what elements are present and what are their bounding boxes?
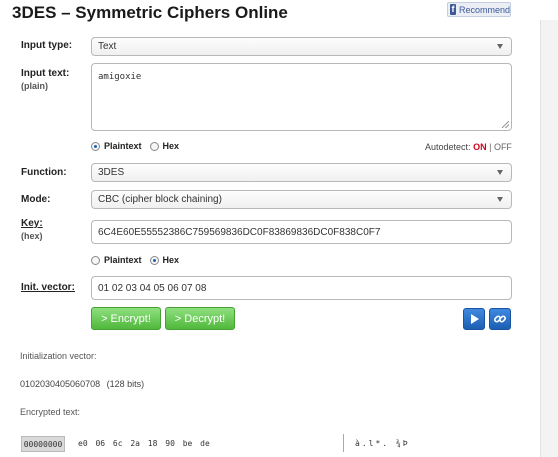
key-label: Key: (hex) bbox=[21, 218, 43, 241]
run-button[interactable] bbox=[463, 308, 485, 330]
autodetect-separator: | bbox=[489, 142, 492, 152]
mode-label: Mode: bbox=[21, 194, 51, 205]
right-sidebar-edge bbox=[540, 20, 558, 457]
input-text-area[interactable]: amigoxie bbox=[91, 63, 512, 131]
input-plaintext-radio[interactable] bbox=[91, 141, 100, 151]
iv-output-bits: (128 bits) bbox=[106, 379, 145, 389]
input-text-label-main: Input text: bbox=[21, 68, 70, 79]
key-hex-label: Hex bbox=[162, 255, 180, 265]
facebook-icon: f bbox=[450, 4, 456, 15]
chevron-down-icon bbox=[497, 44, 503, 49]
input-format-group: Plaintext Hex bbox=[91, 141, 179, 151]
iv-output-value: 0102030405060708 bbox=[20, 379, 101, 389]
function-value: 3DES bbox=[98, 167, 125, 178]
key-hex-radio[interactable] bbox=[149, 255, 159, 265]
autodetect-label: Autodetect: bbox=[425, 142, 471, 152]
mode-value: CBC (cipher block chaining) bbox=[98, 194, 222, 205]
input-text-label: Input text: (plain) bbox=[21, 68, 69, 91]
function-label: Function: bbox=[21, 167, 67, 178]
iv-output-label: Initialization vector: bbox=[20, 351, 97, 361]
hex-ascii: à.l*. ¾Þ bbox=[355, 439, 410, 448]
link-icon bbox=[493, 315, 507, 323]
chevron-down-icon bbox=[497, 197, 503, 202]
key-plaintext-label: Plaintext bbox=[104, 255, 142, 265]
autodetect-off[interactable]: OFF bbox=[494, 142, 512, 152]
key-input[interactable]: 6C4E60E55552386C759569836DC0F83869836DC0… bbox=[91, 220, 512, 244]
key-sublabel: (hex) bbox=[21, 231, 43, 241]
autodetect: Autodetect: ON | OFF bbox=[425, 142, 512, 152]
input-hex-label: Hex bbox=[162, 141, 180, 151]
input-type-label: Input type: bbox=[21, 40, 73, 51]
input-hex-radio[interactable] bbox=[149, 141, 159, 151]
hex-offset: 00000000 bbox=[21, 436, 65, 452]
recommend-label: Recommend bbox=[458, 4, 510, 15]
mode-select[interactable]: CBC (cipher block chaining) bbox=[91, 190, 512, 209]
page-title: 3DES – Symmetric Ciphers Online bbox=[12, 3, 288, 22]
iv-input[interactable]: 01 02 03 04 05 06 07 08 bbox=[91, 276, 512, 300]
recommend-button[interactable]: f Recommend bbox=[447, 2, 511, 17]
decrypt-button[interactable]: > Decrypt! bbox=[165, 307, 235, 330]
key-plaintext-radio[interactable] bbox=[91, 255, 100, 265]
autodetect-on[interactable]: ON bbox=[473, 142, 487, 152]
function-select[interactable]: 3DES bbox=[91, 163, 512, 182]
key-label-main: Key: bbox=[21, 218, 43, 229]
hex-bytes: e0 06 6c 2a 18 90 be de bbox=[78, 439, 210, 448]
input-type-value: Text bbox=[98, 41, 117, 52]
input-text-value: amigoxie bbox=[98, 72, 142, 82]
hex-divider bbox=[343, 434, 344, 452]
iv-label: Init. vector: bbox=[21, 282, 75, 293]
permalink-button[interactable] bbox=[489, 308, 511, 330]
iv-output-value-row: 0102030405060708 (128 bits) bbox=[20, 379, 144, 389]
input-type-select[interactable]: Text bbox=[91, 37, 512, 56]
play-icon bbox=[471, 314, 479, 324]
chevron-down-icon bbox=[497, 170, 503, 175]
input-text-sublabel: (plain) bbox=[21, 81, 48, 91]
encrypt-button[interactable]: > Encrypt! bbox=[91, 307, 161, 330]
encrypted-label: Encrypted text: bbox=[20, 407, 81, 417]
resize-handle-icon[interactable] bbox=[502, 121, 509, 128]
input-plaintext-label: Plaintext bbox=[104, 141, 142, 151]
key-value: 6C4E60E55552386C759569836DC0F83869836DC0… bbox=[98, 226, 381, 238]
iv-value: 01 02 03 04 05 06 07 08 bbox=[98, 282, 207, 294]
key-format-group: Plaintext Hex bbox=[91, 255, 179, 265]
